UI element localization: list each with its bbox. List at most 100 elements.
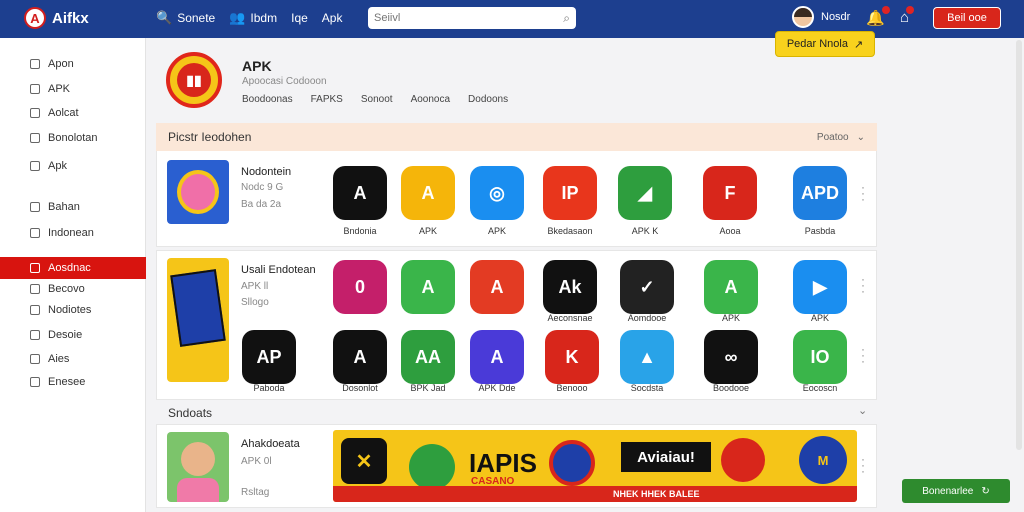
app-icon[interactable]: A (333, 166, 387, 220)
sidebar-item-aolcat[interactable]: Aolcat (0, 102, 146, 124)
featured-app-title[interactable]: Ahakdoeata (241, 438, 300, 450)
app-icon[interactable]: A (704, 260, 758, 314)
tab-boodoonas[interactable]: Boodoonas (242, 94, 293, 105)
nav-item-apk[interactable]: Apk (322, 11, 343, 25)
app-label[interactable]: Aomdooe (607, 313, 687, 323)
app-label[interactable]: APK (388, 226, 468, 236)
cta-button[interactable]: Pedar Nnola ↗ (775, 31, 875, 57)
bottom-action-button[interactable]: Bonenarlee ↻ (902, 479, 1010, 503)
sidebar-item-desoie[interactable]: Desoie (0, 324, 146, 346)
app-icon[interactable]: A (401, 166, 455, 220)
user-profile[interactable]: Nosdr (792, 6, 850, 28)
featured-app-icon[interactable] (167, 160, 229, 224)
sidebar-item-label: Aosdnac (48, 262, 91, 274)
app-icon[interactable]: ◢ (618, 166, 672, 220)
search-icon[interactable]: ⌕ (563, 11, 570, 26)
notification-icon[interactable]: 🔔 (866, 6, 890, 27)
app-label[interactable]: APK (691, 313, 771, 323)
tab-aoonoca[interactable]: Aoonoca (411, 94, 450, 105)
app-label[interactable]: APK (780, 313, 860, 323)
app-icon[interactable]: ∞ (704, 330, 758, 384)
app-icon[interactable]: IO (793, 330, 847, 384)
app-label[interactable]: Benooo (532, 383, 612, 393)
app-icon[interactable]: ▶ (793, 260, 847, 314)
featured-app-icon[interactable] (167, 432, 229, 502)
sidebar-item-aosdnac[interactable]: Aosdnac (0, 257, 146, 279)
app-icon[interactable]: A (401, 260, 455, 314)
sidebar-item-nodiotes[interactable]: Nodiotes (0, 299, 146, 321)
section-options[interactable]: Poatoo ⌄ (817, 132, 865, 143)
sidebar-item-apk[interactable]: APK (0, 78, 146, 100)
nav-item-sonete[interactable]: 🔍 Sonete (156, 10, 215, 26)
nav-item-iqe[interactable]: Iqe (291, 11, 308, 25)
app-icon[interactable]: IP (543, 166, 597, 220)
app-label[interactable]: Paboda (229, 383, 309, 393)
brand-logo-icon: A (24, 7, 46, 29)
more-options-icon[interactable]: · · · (861, 343, 865, 367)
home-icon[interactable]: ⌂ (900, 6, 915, 26)
app-icon[interactable]: AP (242, 330, 296, 384)
app-label[interactable]: Aooa (690, 226, 770, 236)
app-icon[interactable]: A (470, 330, 524, 384)
app-icon[interactable]: K (545, 330, 599, 384)
app-icon[interactable]: 0 (333, 260, 387, 314)
app-label[interactable]: Bkedasaon (530, 226, 610, 236)
app-label[interactable]: Pasbda (780, 226, 860, 236)
app-label[interactable]: APK K (605, 226, 685, 236)
bottom-action-label: Bonenarlee (922, 485, 974, 497)
app-label[interactable]: Boodooe (691, 383, 771, 393)
search-bar[interactable]: ⌕ (368, 7, 576, 29)
app-icon[interactable]: F (703, 166, 757, 220)
tab-sonoot[interactable]: Sonoot (361, 94, 393, 105)
tab-fapks[interactable]: FAPKS (311, 94, 343, 105)
scrollbar[interactable] (1016, 40, 1022, 450)
tab-dodoons[interactable]: Dodoons (468, 94, 508, 105)
featured-app-meta: APK 0l (241, 456, 272, 467)
featured-app-title[interactable]: Usali Endotean (241, 264, 316, 276)
brand-logo[interactable]: A Aifkx (24, 7, 89, 29)
banner-logo-icon: M (799, 436, 847, 484)
sidebar-item-bonolotan[interactable]: Bonolotan (0, 127, 146, 149)
sidebar-item-bahan[interactable]: Bahan (0, 196, 146, 218)
sidebar-item-indonean[interactable]: Indonean (0, 222, 146, 244)
app-label[interactable]: Socdsta (607, 383, 687, 393)
sidebar-item-label: Bonolotan (48, 132, 98, 144)
sidebar-item-label: Apk (48, 160, 67, 172)
app-icon[interactable]: ◎ (470, 166, 524, 220)
app-label[interactable]: BPK Jad (388, 383, 468, 393)
more-options-icon[interactable]: · · · (861, 453, 865, 477)
app-label[interactable]: APK (457, 226, 537, 236)
app-logo-icon: ▮▮ (166, 52, 222, 108)
more-options-icon[interactable]: · · · (861, 181, 865, 205)
app-label[interactable]: APK Dde (457, 383, 537, 393)
sidebar-item-becovo[interactable]: Becovo (0, 278, 146, 300)
sidebar-item-enesee[interactable]: Enesee (0, 371, 146, 393)
sidebar-item-apk-2[interactable]: Apk (0, 155, 146, 177)
get-button[interactable]: Beil ooe (933, 7, 1001, 29)
checkbox-icon (30, 305, 40, 315)
featured-app-icon[interactable] (167, 258, 229, 382)
app-icon[interactable]: A (470, 260, 524, 314)
featured-app-meta: Ba da 2a (241, 199, 282, 210)
notification-badge (881, 6, 890, 14)
app-icon[interactable]: AA (401, 330, 455, 384)
search-input[interactable] (374, 12, 564, 24)
app-icon[interactable]: A (333, 330, 387, 384)
app-label[interactable]: Aeconsnae (530, 313, 610, 323)
app-icon[interactable]: APD (793, 166, 847, 220)
avatar[interactable] (792, 6, 814, 28)
chevron-down-icon[interactable]: ⌄ (858, 404, 867, 417)
promo-banner[interactable]: ✕ IAPIS CASANO Aviaiau! M NHEK HHEK BALE… (333, 430, 857, 502)
sidebar-item-label: Desoie (48, 329, 83, 341)
checkbox-icon (30, 377, 40, 387)
app-label[interactable]: Eocoscn (780, 383, 860, 393)
sidebar-item-aies[interactable]: Aies (0, 348, 146, 370)
nav-item-ibdm[interactable]: 👥 Ibdm (229, 10, 277, 26)
app-icon[interactable]: ▲ (620, 330, 674, 384)
featured-app-title[interactable]: Nodontein (241, 166, 291, 178)
app-icon[interactable]: ✓ (620, 260, 674, 314)
more-options-icon[interactable]: · · · (861, 273, 865, 297)
banner-right-title: Aviaiau! (621, 442, 711, 472)
sidebar-item-apon[interactable]: Apon (0, 53, 146, 75)
app-icon[interactable]: Ak (543, 260, 597, 314)
